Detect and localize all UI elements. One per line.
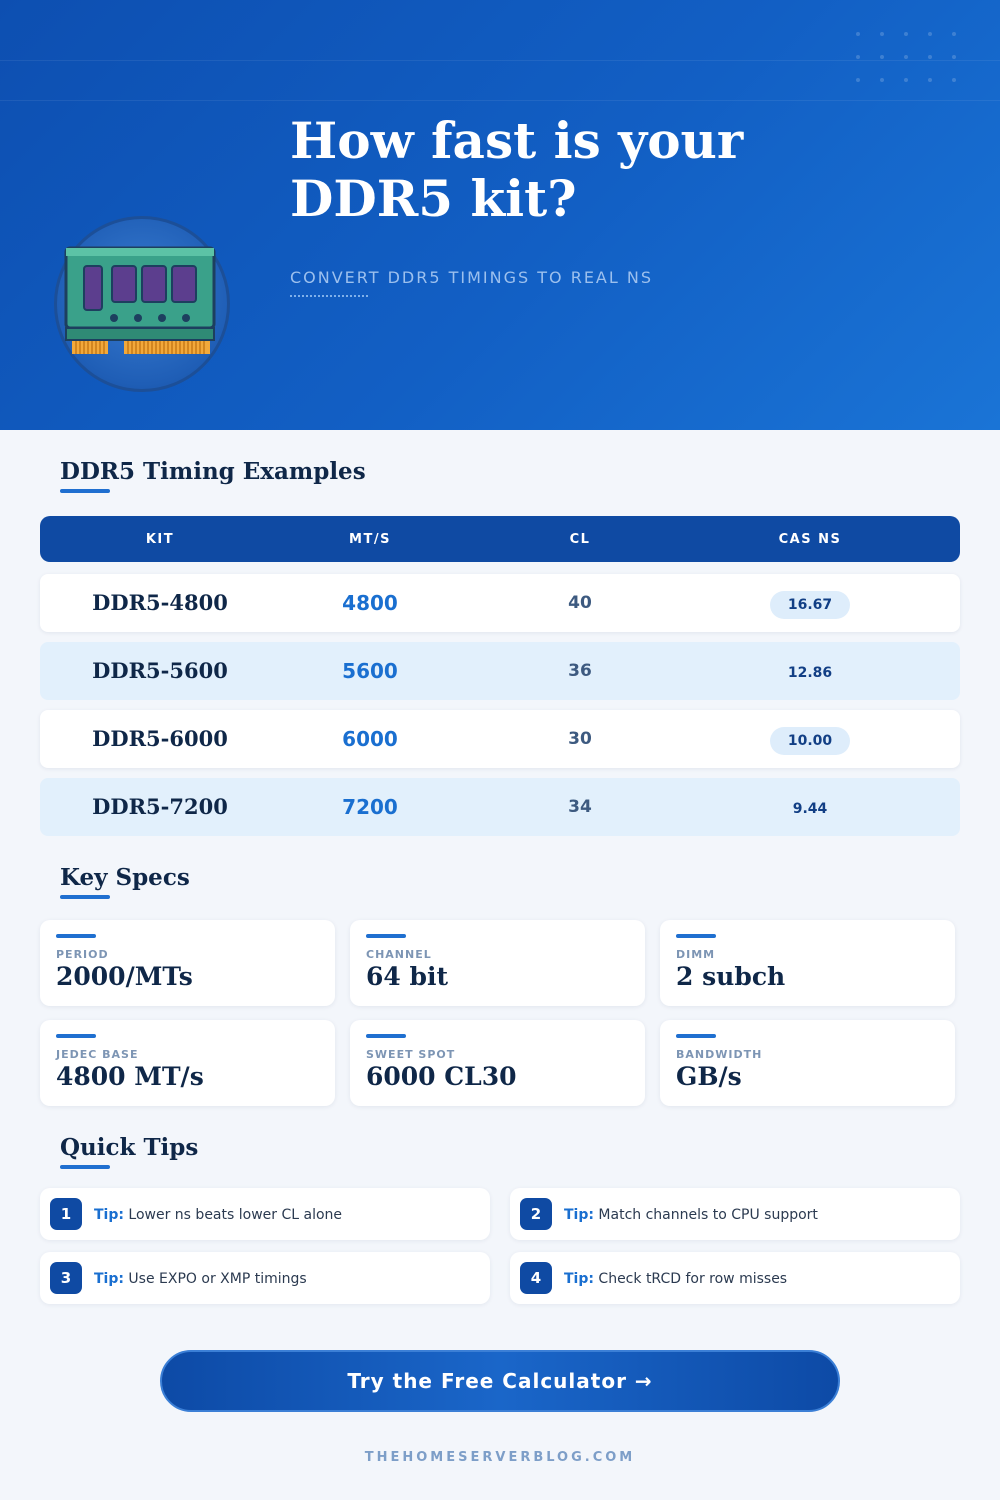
tip-card: 1 Tip: Lower ns beats lower CL alone bbox=[40, 1188, 490, 1240]
table-row: DDR5-7200 7200 34 9.44 bbox=[40, 778, 960, 836]
spec-value: 2000/MTs bbox=[56, 962, 193, 991]
tip-body: Use EXPO or XMP timings bbox=[128, 1271, 307, 1287]
tip-prefix: Tip: bbox=[564, 1271, 594, 1287]
mts-value: 5600 bbox=[342, 659, 398, 683]
tips-section-title: Quick Tips bbox=[60, 1134, 199, 1161]
spec-accent-bar bbox=[366, 934, 406, 938]
table-row: DDR5-5600 5600 36 12.86 bbox=[40, 642, 960, 700]
spec-value: 6000 CL30 bbox=[366, 1062, 517, 1091]
spec-accent-bar bbox=[366, 1034, 406, 1038]
tip-text: Tip: Use EXPO or XMP timings bbox=[94, 1252, 307, 1304]
tip-card: 4 Tip: Check tRCD for row misses bbox=[510, 1252, 960, 1304]
spec-label: BANDWIDTH bbox=[676, 1048, 763, 1061]
mts-value: 6000 bbox=[342, 727, 398, 751]
spec-card-bandwidth: BANDWIDTH GB/s bbox=[660, 1020, 955, 1106]
spec-card-jedec-base: JEDEC BASE 4800 MT/s bbox=[40, 1020, 335, 1106]
spec-value: 2 subch bbox=[676, 962, 786, 991]
cl-value: 40 bbox=[568, 593, 592, 613]
cas-ns-badge: 16.67 bbox=[770, 591, 850, 619]
tip-text: Tip: Match channels to CPU support bbox=[564, 1188, 818, 1240]
spec-card-period: PERIOD 2000/MTs bbox=[40, 920, 335, 1006]
section-accent-bar bbox=[60, 895, 110, 899]
page-subtitle: CONVERT DDR5 TIMINGS TO REAL NS bbox=[290, 268, 653, 287]
spec-value: GB/s bbox=[676, 1062, 742, 1091]
cl-value: 30 bbox=[568, 729, 592, 749]
tip-number-badge: 2 bbox=[520, 1198, 552, 1230]
cas-ns-badge: 10.00 bbox=[770, 727, 850, 755]
spec-accent-bar bbox=[676, 1034, 716, 1038]
table-row: DDR5-6000 6000 30 10.00 bbox=[40, 710, 960, 768]
mts-value: 7200 bbox=[342, 795, 398, 819]
spec-card-dimm: DIMM 2 subch bbox=[660, 920, 955, 1006]
spec-label: CHANNEL bbox=[366, 948, 432, 961]
dot-grid-decoration bbox=[852, 30, 972, 90]
hero-decor-line bbox=[0, 100, 1000, 101]
spec-value: 64 bit bbox=[366, 962, 449, 991]
subtitle-underline bbox=[290, 295, 370, 297]
spec-label: DIMM bbox=[676, 948, 716, 961]
section-accent-bar bbox=[60, 489, 110, 493]
tip-text: Tip: Lower ns beats lower CL alone bbox=[94, 1188, 342, 1240]
spec-label: JEDEC BASE bbox=[56, 1048, 139, 1061]
column-header-mts: MT/S bbox=[349, 532, 391, 547]
hero-decor-line bbox=[0, 60, 1000, 61]
kit-name: DDR5-4800 bbox=[92, 590, 228, 615]
ram-module-icon bbox=[54, 216, 230, 392]
column-header-cl: CL bbox=[569, 532, 591, 547]
tip-text: Tip: Check tRCD for row misses bbox=[564, 1252, 787, 1304]
cl-value: 34 bbox=[568, 797, 592, 817]
tip-body: Check tRCD for row misses bbox=[598, 1271, 788, 1287]
tip-body: Match channels to CPU support bbox=[598, 1207, 818, 1223]
tip-prefix: Tip: bbox=[94, 1207, 124, 1223]
kit-name: DDR5-6000 bbox=[92, 726, 228, 751]
tip-prefix: Tip: bbox=[94, 1271, 124, 1287]
spec-card-channel: CHANNEL 64 bit bbox=[350, 920, 645, 1006]
hero-banner: How fast is your DDR5 kit? CONVERT DDR5 … bbox=[0, 0, 1000, 430]
spec-label: PERIOD bbox=[56, 948, 109, 961]
try-calculator-button[interactable]: Try the Free Calculator → bbox=[160, 1350, 840, 1412]
spec-value: 4800 MT/s bbox=[56, 1062, 204, 1091]
spec-accent-bar bbox=[56, 934, 96, 938]
tip-number-badge: 3 bbox=[50, 1262, 82, 1294]
spec-accent-bar bbox=[676, 934, 716, 938]
kit-name: DDR5-7200 bbox=[92, 794, 228, 819]
tip-number-badge: 1 bbox=[50, 1198, 82, 1230]
cas-ns-badge: 9.44 bbox=[792, 801, 828, 817]
spec-card-sweet-spot: SWEET SPOT 6000 CL30 bbox=[350, 1020, 645, 1106]
cl-value: 36 bbox=[568, 661, 592, 681]
timing-table-header: KIT MT/S CL CAS NS bbox=[40, 516, 960, 562]
spec-accent-bar bbox=[56, 1034, 96, 1038]
column-header-kit: KIT bbox=[145, 532, 175, 547]
page-title: How fast is your DDR5 kit? bbox=[290, 111, 744, 228]
tip-body: Lower ns beats lower CL alone bbox=[128, 1207, 343, 1223]
tip-card: 3 Tip: Use EXPO or XMP timings bbox=[40, 1252, 490, 1304]
mts-value: 4800 bbox=[342, 591, 398, 615]
kit-name: DDR5-5600 bbox=[92, 658, 228, 683]
cas-ns-badge: 12.86 bbox=[787, 665, 833, 681]
specs-section-title: Key Specs bbox=[60, 864, 190, 891]
tip-number-badge: 4 bbox=[520, 1262, 552, 1294]
table-row: DDR5-4800 4800 40 16.67 bbox=[40, 574, 960, 632]
spec-label: SWEET SPOT bbox=[366, 1048, 456, 1061]
column-header-cas-ns: CAS NS bbox=[778, 532, 842, 547]
footer-site-link[interactable]: THEHOMESERVERBLOG.COM bbox=[0, 1450, 1000, 1465]
section-accent-bar bbox=[60, 1165, 110, 1169]
tip-prefix: Tip: bbox=[564, 1207, 594, 1223]
timing-section-title: DDR5 Timing Examples bbox=[60, 458, 366, 485]
tip-card: 2 Tip: Match channels to CPU support bbox=[510, 1188, 960, 1240]
